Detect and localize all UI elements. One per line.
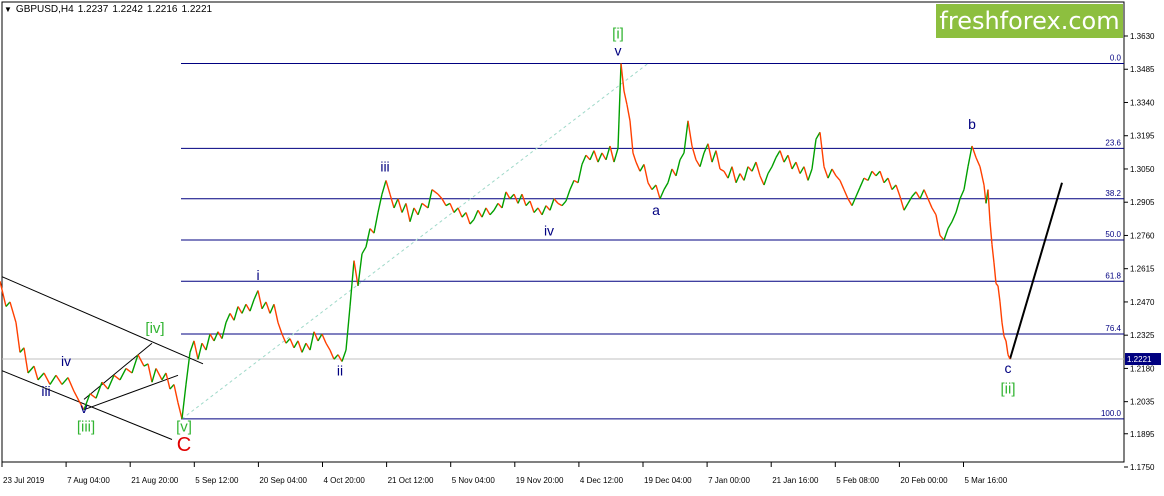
x-tick-label: 7 Aug 04:00: [67, 476, 110, 485]
ohlc-low: 1.2216: [146, 4, 178, 15]
y-tick-label: 1.3340: [1130, 98, 1155, 107]
x-tick-label: 5 Nov 04:00: [452, 476, 496, 485]
fib-label: 50.0: [1105, 230, 1121, 239]
y-tick-label: 1.3050: [1130, 165, 1155, 174]
fib-label: 100.0: [1101, 409, 1122, 418]
fib-label: 38.2: [1105, 189, 1121, 198]
wave-label: ii: [337, 362, 343, 378]
y-tick-label: 1.2470: [1130, 298, 1155, 307]
wave-label: i: [256, 267, 259, 283]
x-tick-label: 7 Jan 00:00: [708, 476, 750, 485]
fib-label: 0.0: [1110, 54, 1122, 63]
y-tick-label: 1.2615: [1130, 265, 1155, 274]
wave-label: v: [615, 42, 622, 58]
y-tick-label: 1.3195: [1130, 132, 1155, 141]
y-tick-label: 1.3485: [1130, 65, 1155, 74]
x-tick-label: 5 Mar 16:00: [965, 476, 1008, 485]
wave-label: iv: [544, 222, 554, 238]
y-tick-label: 1.1750: [1130, 463, 1155, 472]
y-tick-label: 1.3630: [1130, 32, 1155, 41]
y-tick-label: 1.2180: [1130, 364, 1155, 373]
x-tick-label: 20 Feb 00:00: [900, 476, 948, 485]
x-tick-label: 21 Oct 12:00: [388, 476, 434, 485]
wave-label: v: [81, 400, 88, 416]
x-tick-label: 19 Dec 04:00: [644, 476, 692, 485]
wave-label: a: [652, 202, 660, 218]
x-tick-label: 4 Dec 12:00: [580, 476, 624, 485]
freshforex-logo[interactable]: freshforex.com: [936, 4, 1123, 38]
fib-label: 76.4: [1105, 324, 1121, 333]
y-tick-label: 1.2905: [1130, 198, 1155, 207]
fib-label: 61.8: [1105, 271, 1121, 280]
x-tick-label: 20 Sep 04:00: [259, 476, 307, 485]
wave-label: [iv]: [145, 320, 164, 337]
x-tick-label: 5 Feb 08:00: [836, 476, 879, 485]
ohlc-close: 1.2221: [181, 4, 213, 15]
current-price-label: 1.2221: [1127, 355, 1152, 364]
dropdown-triangle-icon[interactable]: ▼: [4, 5, 12, 14]
x-tick-label: 4 Oct 20:00: [324, 476, 366, 485]
wave-label: [v]: [176, 418, 192, 435]
wave-label: iii: [380, 158, 389, 174]
fib-label: 23.6: [1105, 138, 1121, 147]
x-tick-label: 21 Jan 16:00: [772, 476, 819, 485]
wave-label: iii: [41, 383, 50, 399]
wave-label: [i]: [612, 25, 624, 42]
wave-label: [iii]: [77, 418, 95, 435]
y-tick-label: 1.2035: [1130, 398, 1155, 407]
symbol-header: ▼ GBPUSD,H4 1.2237 1.2242 1.2216 1.2221: [4, 4, 212, 15]
x-tick-label: 21 Aug 20:00: [131, 476, 179, 485]
wave-label: iv: [61, 353, 71, 369]
ohlc-high: 1.2242: [112, 4, 143, 15]
x-tick-label: 19 Nov 20:00: [516, 476, 564, 485]
ohlc-open: 1.2237: [77, 4, 109, 15]
wave-label: [ii]: [1001, 381, 1016, 398]
y-tick-label: 1.1895: [1130, 430, 1155, 439]
y-tick-label: 1.2325: [1130, 331, 1155, 340]
symbol-name: GBPUSD,H4: [15, 4, 74, 15]
wave-label: b: [968, 116, 976, 132]
x-tick-label: 5 Sep 12:00: [195, 476, 239, 485]
x-tick-label: 23 Jul 2019: [3, 476, 45, 485]
plot-area: [1, 1, 1125, 463]
wave-label: C: [177, 434, 191, 456]
wave-label: c: [1005, 360, 1012, 376]
y-tick-label: 1.2760: [1130, 231, 1155, 240]
chart: 0.0 23.6 38.2 50.0 61.8 76.4 100.0 iii iv v [iii]…: [0, 0, 1164, 491]
price-chart-svg: 0.023.638.250.061.876.4100.0 iiiivv[iii]…: [0, 1, 1161, 485]
